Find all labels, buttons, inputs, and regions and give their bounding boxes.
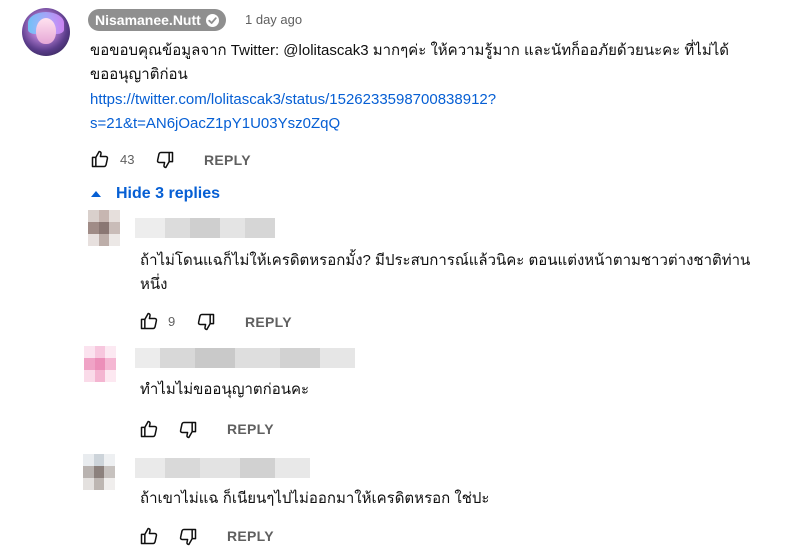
reply-button[interactable]: REPLY: [227, 528, 274, 544]
dislike-button[interactable]: [178, 420, 198, 440]
author-name-chip[interactable]: Nisamanee.Nutt: [88, 9, 226, 31]
comment-link-line-2[interactable]: s=21&t=AN6jOacZ1pY1U03Ysz0ZqQ: [90, 112, 340, 136]
dislike-button[interactable]: [178, 527, 198, 547]
avatar-face: [36, 18, 56, 44]
like-button[interactable]: [90, 149, 110, 169]
like-count: 43: [120, 152, 135, 167]
dislike-button[interactable]: [196, 312, 216, 332]
thumbs-down-icon: [155, 150, 175, 170]
thumbs-up-icon: [90, 149, 110, 169]
thumbs-down-icon: [196, 312, 216, 332]
reply-author-name-redacted[interactable]: [135, 458, 310, 478]
reply-button[interactable]: REPLY: [204, 152, 251, 168]
comment-link-line-1[interactable]: https://twitter.com/lolitascak3/status/1…: [90, 88, 496, 112]
like-count: 9: [168, 314, 176, 329]
verified-check-icon: [205, 13, 219, 27]
author-name: Nisamanee.Nutt: [95, 12, 201, 28]
reply-button[interactable]: REPLY: [245, 314, 292, 330]
hide-replies-toggle[interactable]: Hide 3 replies: [90, 185, 220, 203]
thumbs-up-icon: [139, 419, 159, 439]
dislike-button[interactable]: [155, 150, 175, 170]
thumbs-up-icon: [139, 526, 159, 546]
like-button[interactable]: [139, 526, 159, 546]
reply-text-line-1: ถ้าเขาไม่แฉ ก็เนียนๆไปไม่ออกมาให้เครดิตห…: [140, 490, 490, 507]
like-button[interactable]: [139, 311, 159, 331]
reply-text-line-2: หนึ่ง: [140, 276, 168, 293]
like-button[interactable]: [139, 419, 159, 439]
reply-text-line-1: ถ้าไม่โดนแฉก็ไม่ให้เครดิตหรอกมั้ง? มีประ…: [140, 252, 751, 269]
thumbs-down-icon: [178, 527, 198, 547]
reply-author-name-redacted[interactable]: [135, 348, 355, 368]
reply-avatar[interactable]: [84, 346, 116, 382]
thumbs-up-icon: [139, 311, 159, 331]
comment-timestamp[interactable]: 1 day ago: [245, 12, 302, 27]
comment-text-line-2: ขออนุญาติก่อน: [90, 66, 188, 83]
reply-avatar[interactable]: [88, 210, 120, 246]
caret-up-icon: [90, 189, 102, 199]
thumbs-down-icon: [178, 420, 198, 440]
reply-avatar[interactable]: [83, 454, 115, 490]
hide-replies-label: Hide 3 replies: [116, 185, 221, 202]
reply-button[interactable]: REPLY: [227, 421, 274, 437]
reply-author-name-redacted[interactable]: [135, 218, 275, 238]
comment-text-line-1: ขอขอบคุณข้อมูลจาก Twitter: @lolitascak3 …: [90, 42, 730, 59]
reply-text-line-1: ทำไมไม่ขออนุญาตก่อนคะ: [140, 381, 310, 398]
author-avatar[interactable]: [22, 8, 70, 56]
